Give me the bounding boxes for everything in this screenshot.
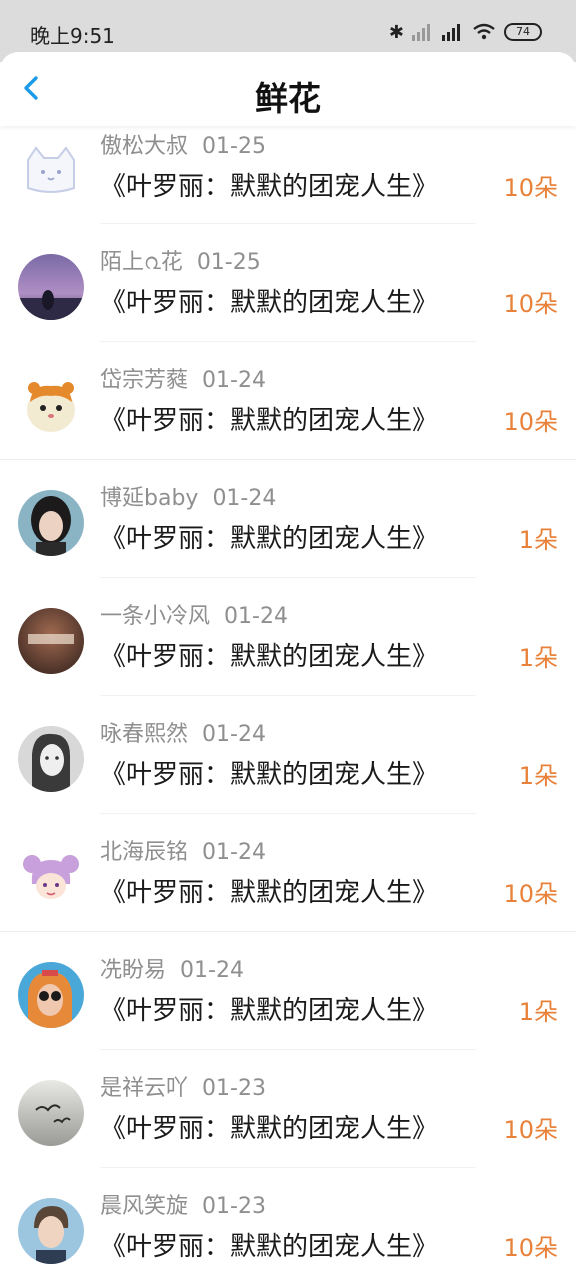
list-item[interactable]: 陌上൨花 01-25 《叶罗丽：默默的团宠人生》 10朵 [0,224,576,342]
list-item[interactable]: 北海辰铭 01-24 《叶罗丽：默默的团宠人生》 10朵 [0,814,576,932]
item-date: 01-23 [202,1076,266,1101]
book-title[interactable]: 《叶罗丽：默默的团宠人生》 [100,518,438,555]
page-title: 鲜花 [255,79,321,118]
book-title[interactable]: 《叶罗丽：默默的团宠人生》 [100,1108,438,1145]
item-date: 01-24 [180,958,244,983]
book-title[interactable]: 《叶罗丽：默默的团宠人生》 [100,990,438,1027]
portrait-photo [18,490,84,556]
avatar [18,490,84,556]
status-icons: ✱ 74 [389,20,542,44]
signal-icon [412,24,430,41]
item-meta: 是祥云吖 01-23 [100,1070,266,1102]
flower-count: 10朵 [503,174,558,202]
hamster-cartoon [18,372,84,438]
user-name[interactable]: 岱宗芳蕤 [100,368,188,393]
flower-count: 1朵 [518,762,558,790]
avatar [18,138,84,204]
avatar [18,962,84,1028]
boy-portrait-photo [18,1198,84,1264]
flower-count: 10朵 [503,408,558,436]
avatar [18,372,84,438]
user-name[interactable]: 陌上൨花 [100,250,183,275]
birds-sky-photo [18,1080,84,1146]
avatar [18,608,84,674]
item-meta: 冼盼易 01-24 [100,952,244,984]
nav-bar: 鲜花 [0,52,576,126]
item-date: 01-24 [202,840,266,865]
item-meta: 博延baby 01-24 [100,480,276,512]
flower-count: 1朵 [518,998,558,1026]
item-meta: 晨风笑旋 01-23 [100,1188,266,1220]
wifi-icon [473,23,495,40]
item-date: 01-24 [202,368,266,393]
anime-girl-cartoon [18,844,84,910]
book-title[interactable]: 《叶罗丽：默默的团宠人生》 [100,1226,438,1263]
avatar [18,1080,84,1146]
book-title[interactable]: 《叶罗丽：默默的团宠人生》 [100,754,438,791]
avatar [18,254,84,320]
item-date: 01-24 [202,722,266,747]
user-name[interactable]: 是祥云吖 [100,1076,188,1101]
user-name[interactable]: 博延baby [100,486,198,511]
book-title[interactable]: 《叶罗丽：默默的团宠人生》 [100,636,438,673]
flower-count: 10朵 [503,880,558,908]
avatar [18,844,84,910]
avatar [18,726,84,792]
user-name[interactable]: 一条小冷风 [100,604,210,629]
book-title[interactable]: 《叶罗丽：默默的团宠人生》 [100,872,438,909]
user-name[interactable]: 冼盼易 [100,958,166,983]
user-name[interactable]: 北海辰铭 [100,840,188,865]
item-meta: 傲松大叔 01-25 [100,128,266,160]
sunglasses-photo [18,962,84,1028]
item-date: 01-23 [202,1194,266,1219]
cat-icon [18,138,84,204]
flower-count: 10朵 [503,1234,558,1262]
item-meta: 咏春熙然 01-24 [100,716,266,748]
avatar [18,1198,84,1264]
book-title[interactable]: 《叶罗丽：默默的团宠人生》 [100,282,438,319]
item-meta: 岱宗芳蕤 01-24 [100,362,266,394]
flower-count: 1朵 [518,644,558,672]
battery-icon: 74 [504,23,542,41]
list-item[interactable]: 傲松大叔 01-25 《叶罗丽：默默的团宠人生》 10朵 [0,126,576,224]
bluetooth-icon: ✱ [388,21,404,43]
gift-list: 傲松大叔 01-25 《叶罗丽：默默的团宠人生》 10朵 陌上൨花 01-25 《叶… [0,126,576,1286]
item-meta: 一条小冷风 01-24 [100,598,288,630]
user-name[interactable]: 傲松大叔 [100,134,188,159]
list-item[interactable]: 冼盼易 01-24 《叶罗丽：默默的团宠人生》 1朵 [0,932,576,1050]
list-item[interactable]: 博延baby 01-24 《叶罗丽：默默的团宠人生》 1朵 [0,460,576,578]
item-meta: 陌上൨花 01-25 [100,244,261,276]
list-item[interactable]: 咏春熙然 01-24 《叶罗丽：默默的团宠人生》 1朵 [0,696,576,814]
item-date: 01-24 [212,486,277,511]
book-title[interactable]: 《叶罗丽：默默的团宠人生》 [100,166,438,203]
flower-count: 1朵 [518,526,558,554]
purple-sky-photo [18,254,84,320]
flower-count: 10朵 [503,290,558,318]
list-item[interactable]: 是祥云吖 01-23 《叶罗丽：默默的团宠人生》 10朵 [0,1050,576,1168]
item-date: 01-24 [224,604,288,629]
flower-count: 10朵 [503,1116,558,1144]
list-item[interactable]: 一条小冷风 01-24 《叶罗丽：默默的团宠人生》 1朵 [0,578,576,696]
signal-hd-icon [442,24,460,41]
user-name[interactable]: 咏春熙然 [100,722,188,747]
item-meta: 北海辰铭 01-24 [100,834,266,866]
list-item[interactable]: 岱宗芳蕤 01-24 《叶罗丽：默默的团宠人生》 10朵 [0,342,576,460]
brown-sign-photo [18,608,84,674]
book-title[interactable]: 《叶罗丽：默默的团宠人生》 [100,400,438,437]
list-item[interactable]: 晨风笑旋 01-23 《叶罗丽：默默的团宠人生》 10朵 [0,1168,576,1286]
status-time: 晚上9:51 [30,24,115,48]
user-name[interactable]: 晨风笑旋 [100,1194,188,1219]
item-date: 01-25 [202,134,266,159]
bw-portrait-photo [18,726,84,792]
item-date: 01-25 [196,250,261,275]
